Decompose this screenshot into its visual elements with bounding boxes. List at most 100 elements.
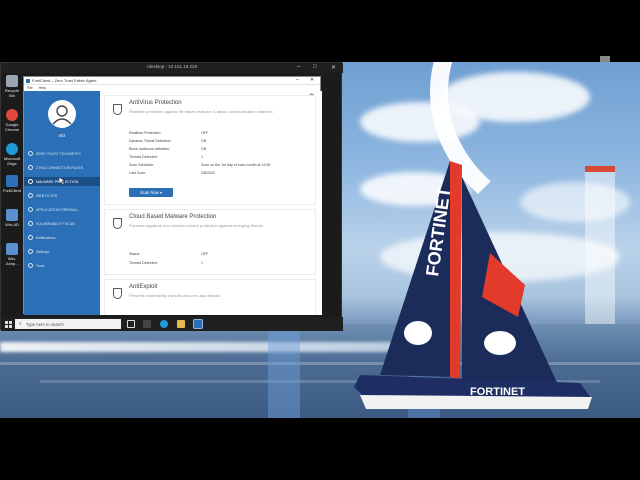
sidebar-item-label: Settings bbox=[36, 249, 49, 254]
chrome-icon bbox=[6, 109, 18, 121]
minimize-button[interactable]: – bbox=[297, 64, 300, 70]
remote-desktop-titlebar[interactable]: rdesktop - 10.101.19.229 – □ ✕ bbox=[1, 63, 343, 73]
antivirus-card: AntiVirus Protection Realtime protection… bbox=[104, 95, 316, 205]
desktop-icon-edge[interactable]: Microsoft Edge bbox=[2, 143, 22, 166]
user-icon bbox=[52, 105, 72, 125]
remote-desktop-window[interactable]: rdesktop - 10.101.19.229 – □ ✕ Recycle B… bbox=[0, 62, 343, 331]
desktop-icon-label: Google Chrome bbox=[4, 122, 20, 132]
screen: FORTINET FORTINET rdesktop - 10.101.19.2… bbox=[0, 0, 640, 480]
antivirus-title: AntiVirus Protection bbox=[129, 100, 182, 106]
telemetry-icon bbox=[28, 151, 33, 156]
windows-start-icon[interactable] bbox=[5, 321, 12, 328]
sailboat: FORTINET FORTINET bbox=[354, 161, 592, 409]
kv-value[interactable]: ON bbox=[201, 147, 206, 151]
kv-row: Last Scan: 2/8/2022 bbox=[129, 171, 215, 175]
antiexploit-desc: Prevents vulnerability exploits and zero… bbox=[129, 293, 220, 298]
antiexploit-card: AntiExploit Prevents vulnerability explo… bbox=[104, 279, 316, 315]
forticlient-title: FortiClient – Zero Trust Fabric Agent bbox=[32, 78, 97, 83]
sidebar-item-label: ZTNA CONNECTION RULES bbox=[36, 165, 84, 170]
kv-row: Scan Schedule: Scan on the 1st day of eac… bbox=[129, 163, 271, 167]
search-placeholder: Type here to search bbox=[25, 321, 64, 327]
scan-now-button[interactable]: Scan Now ▾ bbox=[129, 188, 173, 197]
desktop-icon-label: Win-AD bbox=[5, 222, 19, 227]
taskbar-search-input[interactable]: ⌕ Type here to search bbox=[15, 319, 121, 329]
sidebar-item-settings[interactable]: Settings bbox=[24, 247, 100, 256]
edge-icon[interactable] bbox=[160, 320, 168, 328]
close-button[interactable]: ✕ bbox=[331, 64, 336, 71]
sidebar-item-label: WEB FILTER bbox=[36, 193, 58, 198]
forticlient-icon[interactable] bbox=[193, 319, 203, 329]
search-icon: ⌕ bbox=[19, 321, 22, 327]
kv-row: Realtime Protection: OFF bbox=[129, 131, 208, 135]
task-view-icon[interactable] bbox=[127, 320, 135, 328]
kv-key: Threats Detected: bbox=[129, 261, 158, 265]
antiexploit-shield-icon bbox=[113, 288, 122, 299]
menu-help[interactable]: Help bbox=[39, 86, 46, 90]
sidebar-item-label: APPLICATION FIREWALL bbox=[36, 207, 79, 212]
antivirus-desc: Realtime protection against file based m… bbox=[129, 109, 273, 114]
sidebar-item-tools[interactable]: Tools bbox=[24, 261, 100, 270]
scan-icon bbox=[28, 221, 33, 226]
kv-value[interactable]: ON bbox=[201, 139, 206, 143]
sidebar-item-label: Notifications bbox=[36, 235, 56, 240]
cloud-shield-icon bbox=[113, 218, 122, 229]
desktop-icon-chrome[interactable]: Google Chrome bbox=[2, 109, 22, 132]
desktop-icon-win-jump[interactable]: Win-Jump... bbox=[2, 243, 22, 266]
cloud-malware-card: Cloud Based Malware Protection Provides … bbox=[104, 209, 316, 275]
recycle-bin-icon bbox=[6, 75, 18, 87]
desktop-icon-recycle-bin[interactable]: Recycle Bin bbox=[2, 75, 22, 98]
kv-value[interactable]: 1 bbox=[201, 155, 203, 159]
remote-desktop-title: rdesktop - 10.101.19.229 bbox=[146, 64, 198, 69]
desktop-icon-win-ad[interactable]: Win-AD bbox=[2, 209, 22, 227]
kv-key: Scan Schedule: bbox=[129, 163, 155, 167]
jib-sponsor-logo bbox=[484, 331, 516, 355]
fc-close-button[interactable]: ✕ bbox=[310, 77, 314, 83]
kv-value: 2/8/2022 bbox=[201, 171, 215, 175]
gear-icon bbox=[28, 249, 33, 254]
sidebar-item-ztna-connection-rules[interactable]: ZTNA CONNECTION RULES bbox=[24, 163, 100, 172]
maximize-button[interactable]: □ bbox=[313, 64, 317, 70]
forticlient-window[interactable]: FortiClient – Zero Trust Fabric Agent – … bbox=[23, 76, 322, 315]
desktop-icon-label: Recycle Bin bbox=[4, 88, 20, 98]
ztna-icon bbox=[28, 165, 33, 170]
antiexploit-title: AntiExploit bbox=[129, 284, 158, 290]
kv-key: Threats Detected: bbox=[129, 155, 158, 159]
tools-icon bbox=[28, 263, 33, 268]
sidebar-item-notifications[interactable]: Notifications bbox=[24, 233, 100, 242]
sidebar-item-zero-trust-telemetry[interactable]: ZERO TRUST TELEMETRY bbox=[24, 149, 100, 158]
fc-minimize-button[interactable]: – bbox=[296, 77, 299, 83]
hull-logo-text: FORTINET bbox=[470, 386, 525, 398]
kv-key: Last Scan: bbox=[129, 171, 146, 175]
computer-icon bbox=[6, 243, 18, 255]
forticlient-app-icon bbox=[26, 78, 30, 83]
kv-key: Realtime Protection: bbox=[129, 131, 162, 135]
desktop-icon-label: Microsoft Edge bbox=[3, 156, 21, 166]
kv-value[interactable]: 1 bbox=[201, 261, 203, 265]
avatar[interactable] bbox=[48, 100, 76, 128]
shield-icon bbox=[28, 179, 33, 184]
terminal-icon[interactable] bbox=[143, 320, 151, 328]
forticlient-main: ⚙ AntiVirus Protection Realtime protecti… bbox=[100, 91, 322, 315]
kv-value[interactable]: Scan on the 1st day of each month at 19:… bbox=[201, 163, 271, 167]
menu-file[interactable]: File bbox=[27, 86, 33, 90]
kv-key: Block malicious websites: bbox=[129, 147, 170, 151]
forticlient-sidebar: mlz ZERO TRUST TELEMETRY ZTNA CONNECTION… bbox=[24, 91, 100, 315]
kv-value[interactable]: OFF bbox=[201, 252, 208, 256]
cloud-desc: Provides signature-less behavior based p… bbox=[129, 223, 263, 228]
sidebar-item-vulnerability-scan[interactable]: VULNERABILITY SCAN bbox=[24, 219, 100, 228]
sidebar-item-label: Tools bbox=[36, 263, 45, 268]
forticlient-titlebar[interactable]: FortiClient – Zero Trust Fabric Agent – … bbox=[24, 77, 320, 85]
sidebar-item-application-firewall[interactable]: APPLICATION FIREWALL bbox=[24, 205, 100, 214]
firewall-icon bbox=[28, 207, 33, 212]
kv-key: Status: bbox=[129, 252, 141, 256]
taskbar: ⌕ Type here to search bbox=[1, 317, 343, 331]
kv-key: Dynamic Threat Detection: bbox=[129, 139, 172, 143]
file-explorer-icon[interactable] bbox=[177, 320, 185, 328]
kv-value[interactable]: OFF bbox=[201, 131, 208, 135]
desktop-icon-label: Win-Jump... bbox=[5, 256, 19, 266]
kv-row: Threats Detected: 1 bbox=[129, 155, 203, 159]
desktop-icon-forticlient[interactable]: FortiClient bbox=[2, 175, 22, 193]
sidebar-item-web-filter[interactable]: WEB FILTER bbox=[24, 191, 100, 200]
desktop-icon-label: FortiClient bbox=[2, 188, 22, 193]
antivirus-shield-icon bbox=[113, 104, 122, 115]
